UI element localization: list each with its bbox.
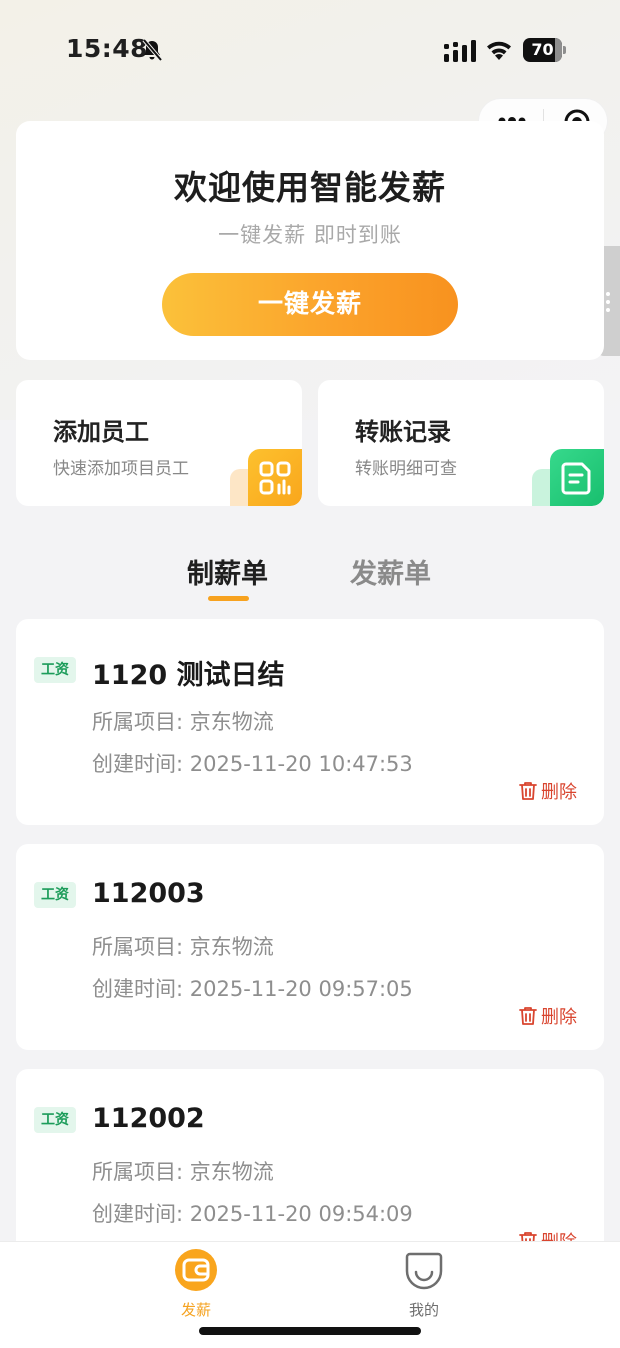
nav-item-mine[interactable]: 我的 bbox=[364, 1242, 484, 1332]
list-item[interactable]: 工资 112002 所属项目: 京东物流 创建时间: 2025-11-20 09… bbox=[16, 1069, 604, 1241]
item-project: 所属项目: 京东物流 bbox=[92, 710, 274, 734]
feature-title: 添加员工 bbox=[53, 418, 149, 446]
add-employee-card[interactable]: 添加员工 快速添加项目员工 bbox=[16, 380, 302, 506]
item-created-time: 创建时间: 2025-11-20 09:57:05 bbox=[92, 977, 413, 1001]
item-project: 所属项目: 京东物流 bbox=[92, 935, 274, 959]
list-item[interactable]: 工资 112003 所属项目: 京东物流 创建时间: 2025-11-20 09… bbox=[16, 844, 604, 1050]
item-title: 1120 测试日结 bbox=[92, 660, 285, 691]
one-click-pay-button[interactable]: 一键发薪 bbox=[162, 273, 458, 336]
delete-label: 删除 bbox=[541, 1007, 577, 1028]
trash-icon bbox=[519, 782, 537, 800]
hero-subtitle: 一键发薪 即时到账 bbox=[218, 223, 402, 247]
status-bar: 15:48 70 bbox=[0, 0, 620, 100]
delete-label: 删除 bbox=[541, 1228, 577, 1241]
home-indicator[interactable] bbox=[199, 1327, 421, 1335]
salary-tag: 工资 bbox=[34, 882, 76, 908]
wifi-icon bbox=[487, 41, 511, 60]
trash-icon bbox=[519, 1232, 537, 1241]
nav-item-pay[interactable]: 发薪 bbox=[136, 1242, 256, 1332]
transfer-records-card[interactable]: 转账记录 转账明细可查 bbox=[318, 380, 604, 506]
cellular-signal-icon bbox=[444, 40, 476, 62]
delete-button[interactable]: 删除 bbox=[519, 1229, 577, 1241]
document-icon bbox=[550, 449, 604, 506]
battery-icon: 70 bbox=[523, 38, 567, 62]
list-item[interactable]: 工资 1120 测试日结 所属项目: 京东物流 创建时间: 2025-11-20… bbox=[16, 619, 604, 825]
item-created-time: 创建时间: 2025-11-20 09:54:09 bbox=[92, 1202, 413, 1226]
nav-label: 我的 bbox=[408, 1301, 439, 1319]
delete-label: 删除 bbox=[541, 782, 577, 803]
tab-payout-sheet[interactable]: 发薪单 bbox=[350, 552, 431, 591]
delete-button[interactable]: 删除 bbox=[519, 779, 577, 803]
battery-level: 70 bbox=[531, 40, 554, 59]
feature-desc: 快速添加项目员工 bbox=[53, 459, 189, 479]
item-created-time: 创建时间: 2025-11-20 10:47:53 bbox=[92, 752, 413, 776]
smile-icon bbox=[405, 1252, 443, 1290]
qr-grid-icon bbox=[248, 449, 302, 506]
bell-muted-icon bbox=[142, 38, 163, 62]
hero-card: 欢迎使用智能发薪 一键发薪 即时到账 一键发薪 bbox=[16, 121, 604, 360]
status-time: 15:48 bbox=[66, 34, 149, 63]
trash-icon bbox=[519, 1007, 537, 1025]
salary-tag: 工资 bbox=[34, 1107, 76, 1133]
hero-title: 欢迎使用智能发薪 bbox=[174, 168, 446, 207]
feature-title: 转账记录 bbox=[355, 418, 451, 446]
tab-salary-sheet[interactable]: 制薪单 bbox=[187, 552, 268, 591]
salary-tag: 工资 bbox=[34, 657, 76, 683]
salary-sheet-list[interactable]: 工资 1120 测试日结 所属项目: 京东物流 创建时间: 2025-11-20… bbox=[0, 600, 620, 1241]
item-title: 112002 bbox=[92, 1103, 205, 1134]
item-title: 112003 bbox=[92, 878, 205, 909]
feature-desc: 转账明细可查 bbox=[355, 459, 457, 479]
wallet-icon bbox=[175, 1249, 217, 1291]
delete-button[interactable]: 删除 bbox=[519, 1004, 577, 1028]
nav-label: 发薪 bbox=[180, 1301, 211, 1319]
item-project: 所属项目: 京东物流 bbox=[92, 1160, 274, 1184]
